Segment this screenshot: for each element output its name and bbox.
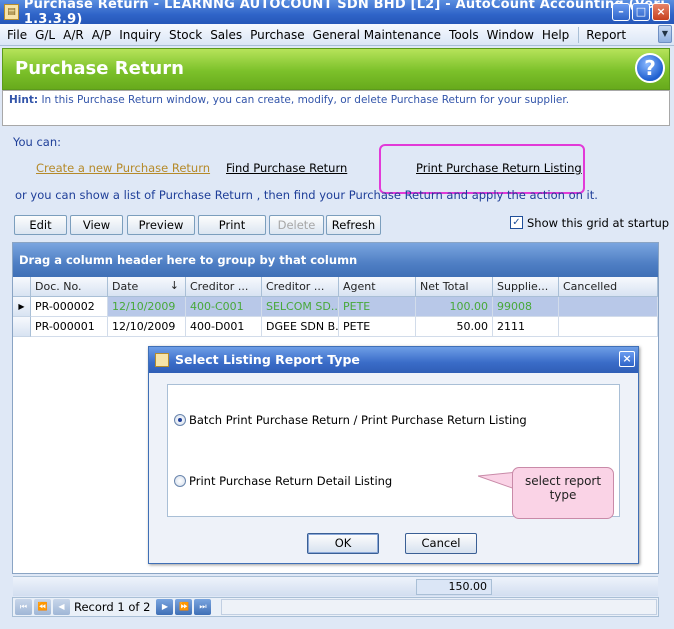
create-purchase-return-link[interactable]: Create a new Purchase Return (36, 161, 210, 175)
table-cell[interactable]: PETE (339, 297, 416, 317)
first-record-icon[interactable]: ⏮ (15, 599, 32, 615)
batch-print-radio[interactable] (174, 414, 186, 426)
help-icon[interactable]: ? (635, 53, 665, 83)
menu-ap[interactable]: A/P (89, 28, 115, 42)
you-can-label: You can: (13, 135, 62, 149)
table-cell[interactable]: 400-D001 (186, 317, 262, 337)
table-cell[interactable] (559, 317, 658, 337)
column-header-cancelled[interactable]: Cancelled (559, 277, 658, 297)
edit-button[interactable]: Edit (14, 215, 67, 235)
dialog-app-icon (155, 353, 169, 367)
column-header-creditor-code[interactable]: Creditor ... (186, 277, 262, 297)
or-instruction-text: or you can show a list of Purchase Retur… (15, 188, 598, 202)
row-selector[interactable] (13, 317, 31, 337)
show-grid-label: Show this grid at startup (527, 216, 670, 230)
table-cell[interactable]: DGEE SDN B... (262, 317, 339, 337)
view-button[interactable]: View (70, 215, 123, 235)
grid-summary-bar: 150.00 (13, 576, 658, 596)
menu-purchase[interactable]: Purchase (247, 28, 308, 42)
hint-label: Hint: (9, 94, 39, 106)
next-page-icon[interactable]: ⏩ (175, 599, 193, 615)
menu-general-maintenance[interactable]: General Maintenance (310, 28, 444, 42)
window-titlebar: ▤ Purchase Return - LEARNNG AUTOCOUNT SD… (0, 0, 674, 27)
callout-line-2: type (549, 488, 577, 502)
show-grid-checkbox[interactable]: ✓ (510, 216, 523, 229)
delete-button[interactable]: Delete (269, 215, 324, 235)
menu-separator (578, 26, 580, 43)
maximize-icon[interactable]: □ (632, 3, 650, 21)
row-selector-icon[interactable]: ▶ (13, 297, 31, 317)
find-purchase-return-link[interactable]: Find Purchase Return (226, 161, 347, 175)
menu-help[interactable]: Help (539, 28, 572, 42)
column-header-creditor-name[interactable]: Creditor ... (262, 277, 339, 297)
dialog-close-icon[interactable]: × (619, 351, 635, 367)
next-record-icon[interactable]: ▶ (156, 599, 174, 615)
menu-tools[interactable]: Tools (446, 28, 482, 42)
column-header-date-label: Date (112, 280, 139, 293)
detail-listing-radio[interactable] (174, 475, 186, 487)
last-record-icon[interactable]: ⏭ (194, 599, 212, 615)
table-cell[interactable]: 12/10/2009 (108, 317, 186, 337)
table-cell[interactable]: 12/10/2009 (108, 297, 186, 317)
row-indicator-header (13, 277, 31, 297)
callout-annotation: select report type (512, 467, 614, 519)
prev-page-icon[interactable]: ⏪ (34, 599, 51, 615)
preview-button[interactable]: Preview (127, 215, 195, 235)
table-cell[interactable]: PR-000002 (31, 297, 108, 317)
menu-inquiry[interactable]: Inquiry (116, 28, 164, 42)
column-header-doc-no[interactable]: Doc. No. (31, 277, 108, 297)
sort-descending-icon: ↓ (169, 279, 179, 292)
menu-gl[interactable]: G/L (32, 28, 58, 42)
minimize-icon[interactable]: – (612, 3, 630, 21)
column-header-date[interactable]: Date ↓ (108, 277, 186, 297)
page-title: Purchase Return (15, 58, 184, 79)
table-cell[interactable]: SELCOM SD... (262, 297, 339, 317)
app-icon: ▤ (4, 4, 19, 20)
column-header-net-total[interactable]: Net Total (416, 277, 493, 297)
menu-sales[interactable]: Sales (207, 28, 245, 42)
print-listing-link[interactable]: Print Purchase Return Listing (416, 161, 582, 175)
hint-bar: Hint: In this Purchase Return window, yo… (2, 90, 670, 126)
column-header-supplier-inv[interactable]: Supplie... (493, 277, 559, 297)
record-navigator: ⏮ ⏪ ◀ Record 1 of 2 ▶ ⏩ ⏭ (12, 597, 659, 617)
net-total-sum: 150.00 (416, 579, 492, 595)
hint-text: In this Purchase Return window, you can … (41, 94, 570, 106)
table-cell[interactable]: 100.00 (416, 297, 493, 317)
print-button[interactable]: Print (198, 215, 266, 235)
table-cell[interactable]: 99008 (493, 297, 559, 317)
table-cell[interactable] (559, 297, 658, 317)
ok-button[interactable]: OK (307, 533, 379, 554)
table-cell[interactable]: 2111 (493, 317, 559, 337)
table-cell[interactable]: 400-C001 (186, 297, 262, 317)
callout-line-1: select report (524, 474, 602, 488)
prev-record-icon[interactable]: ◀ (53, 599, 70, 615)
window-title: Purchase Return - LEARNNG AUTOCOUNT SDN … (23, 0, 666, 27)
page-header: Purchase Return ? (2, 48, 670, 90)
refresh-button[interactable]: Refresh (326, 215, 381, 235)
table-cell[interactable]: PR-000001 (31, 317, 108, 337)
menu-file[interactable]: File (4, 28, 30, 42)
batch-print-label[interactable]: Batch Print Purchase Return / Print Purc… (189, 413, 527, 427)
menu-bar: File G/L A/R A/P Inquiry Stock Sales Pur… (0, 24, 674, 46)
menu-stock[interactable]: Stock (166, 28, 205, 42)
select-listing-report-dialog: Select Listing Report Type × Batch Print… (148, 346, 639, 564)
detail-listing-label[interactable]: Print Purchase Return Detail Listing (189, 474, 392, 488)
cancel-button[interactable]: Cancel (405, 533, 477, 554)
close-icon[interactable]: × (652, 3, 670, 21)
table-cell[interactable]: PETE (339, 317, 416, 337)
table-cell[interactable]: 50.00 (416, 317, 493, 337)
menu-report[interactable]: Report (583, 28, 629, 42)
dialog-title: Select Listing Report Type (175, 352, 360, 367)
horizontal-scrollbar[interactable] (221, 599, 657, 615)
window-controls: – □ × (612, 3, 670, 21)
column-header-agent[interactable]: Agent (339, 277, 416, 297)
record-count: Record 1 of 2 (74, 600, 151, 614)
menu-ar[interactable]: A/R (60, 28, 87, 42)
chevron-down-icon[interactable]: ▼ (658, 25, 672, 43)
dialog-titlebar: Select Listing Report Type × (149, 347, 638, 373)
group-by-panel[interactable]: Drag a column header here to group by th… (13, 243, 658, 277)
menu-window[interactable]: Window (484, 28, 537, 42)
